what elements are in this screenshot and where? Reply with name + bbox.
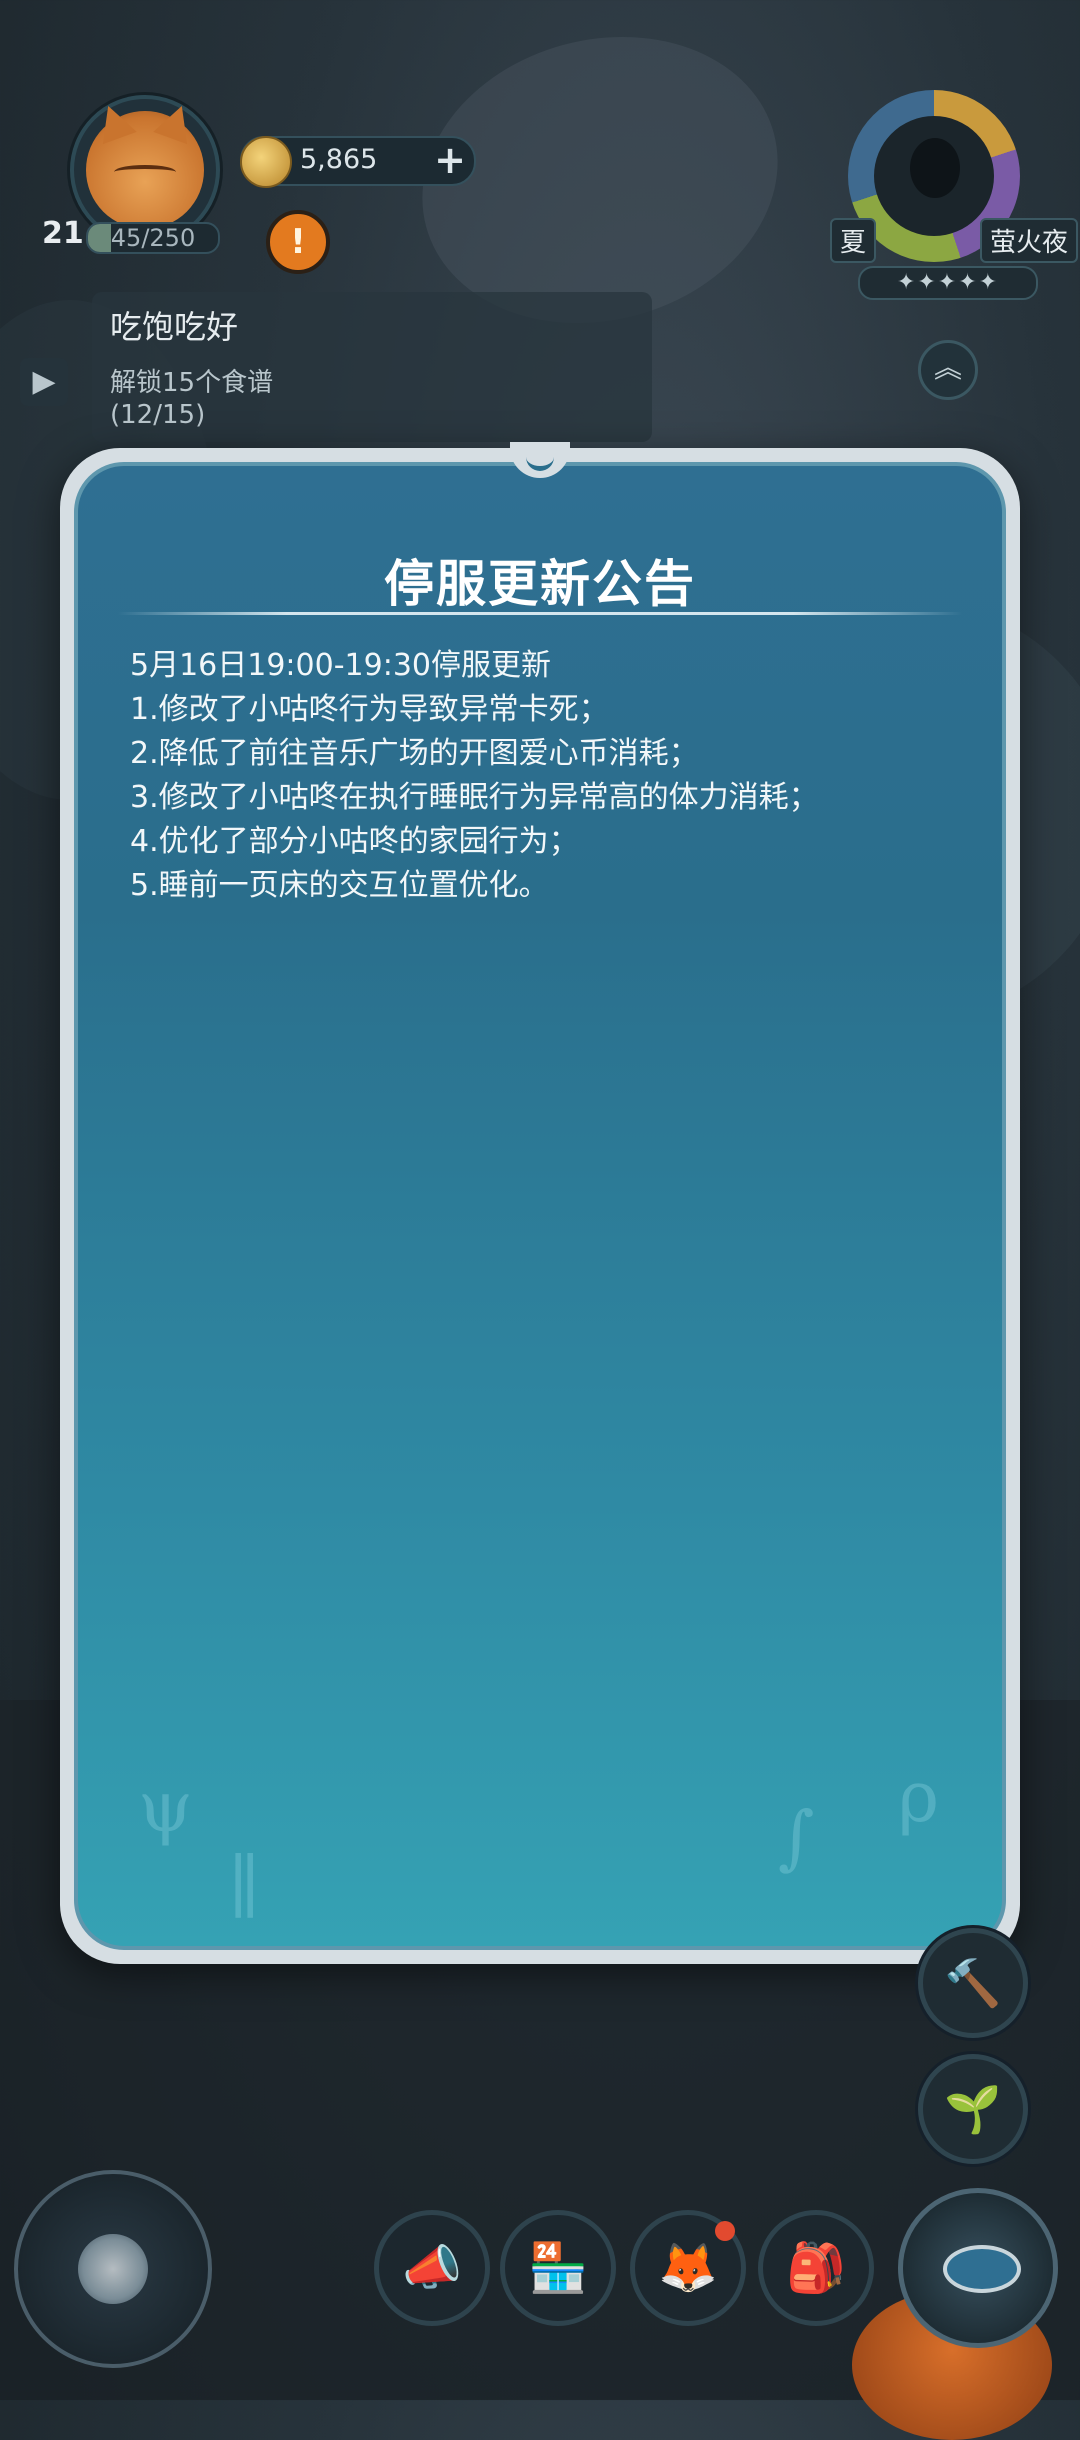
moon-compass-button[interactable] bbox=[14, 2170, 212, 2368]
quest-description: 解锁15个食谱 bbox=[110, 368, 274, 398]
notice-line: 5.睡前一页床的交互位置优化。 bbox=[130, 868, 549, 903]
megaphone-button[interactable]: 📣 bbox=[374, 2210, 490, 2326]
time-of-day-label: 萤火夜 bbox=[980, 218, 1079, 263]
notification-dot bbox=[715, 2221, 735, 2241]
eye-icon bbox=[943, 2245, 1021, 2293]
season-stars: ✦✦✦✦✦ bbox=[858, 266, 1038, 300]
title-divider bbox=[118, 612, 962, 615]
coin-counter: 5,865 + bbox=[240, 136, 476, 188]
add-coins-button[interactable]: + bbox=[434, 138, 466, 182]
decorative-doodle: ∫ bbox=[778, 1796, 815, 1878]
pet-button[interactable]: 🦊 bbox=[630, 2210, 746, 2326]
notice-line: 1.修改了小咕咚行为导致异常卡死； bbox=[130, 692, 609, 727]
collapse-up-icon[interactable]: ︽ bbox=[918, 340, 978, 400]
notice-dialog: 停服更新公告 5月16日19:00-19:30停服更新 1.修改了小咕咚行为导致… bbox=[60, 442, 1020, 1964]
quest-toggle-icon[interactable]: ▶ bbox=[20, 358, 68, 406]
notice-title: 停服更新公告 bbox=[384, 555, 696, 613]
sprout-button[interactable]: 🌱 bbox=[918, 2054, 1028, 2164]
sun-icon bbox=[78, 2234, 148, 2304]
hammer-button[interactable]: 🔨 bbox=[918, 1928, 1028, 2038]
quest-panel[interactable]: 吃饱吃好 解锁15个食谱 (12/15) bbox=[92, 292, 652, 442]
notice-line: 2.降低了前往音乐广场的开图爱心币消耗； bbox=[130, 736, 699, 771]
pet-icon: 🦊 bbox=[658, 2240, 718, 2296]
eye-view-button[interactable] bbox=[898, 2188, 1058, 2348]
quest-progress: (12/15) bbox=[110, 400, 206, 430]
notice-body: 5月16日19:00-19:30停服更新 1.修改了小咕咚行为导致异常卡死； 2… bbox=[130, 644, 962, 908]
notice-line: 4.优化了部分小咕咚的家园行为； bbox=[130, 824, 579, 859]
decorative-doodle: ∥ bbox=[228, 1846, 261, 1928]
fox-avatar-icon bbox=[86, 99, 204, 229]
quest-title: 吃饱吃好 bbox=[110, 308, 239, 346]
coin-icon bbox=[240, 136, 292, 188]
tree-icon bbox=[910, 138, 960, 198]
exp-bar: 45/250 bbox=[86, 222, 220, 254]
backpack-button[interactable]: 🎒 bbox=[758, 2210, 874, 2326]
notice-line: 3.修改了小咕咚在执行睡眠行为异常高的体力消耗； bbox=[130, 780, 819, 815]
notice-line: 5月16日19:00-19:30停服更新 bbox=[130, 648, 551, 683]
coin-value: 5,865 bbox=[300, 144, 378, 175]
decorative-doodle: ρ bbox=[898, 1756, 940, 1838]
player-level: 21 bbox=[42, 216, 84, 251]
alert-button[interactable]: ! bbox=[266, 210, 330, 274]
shop-button[interactable]: 🏪 bbox=[500, 2210, 616, 2326]
exp-text: 45/250 bbox=[110, 224, 196, 252]
season-label: 夏 bbox=[830, 218, 877, 263]
decorative-doodle: ψ bbox=[138, 1766, 193, 1848]
